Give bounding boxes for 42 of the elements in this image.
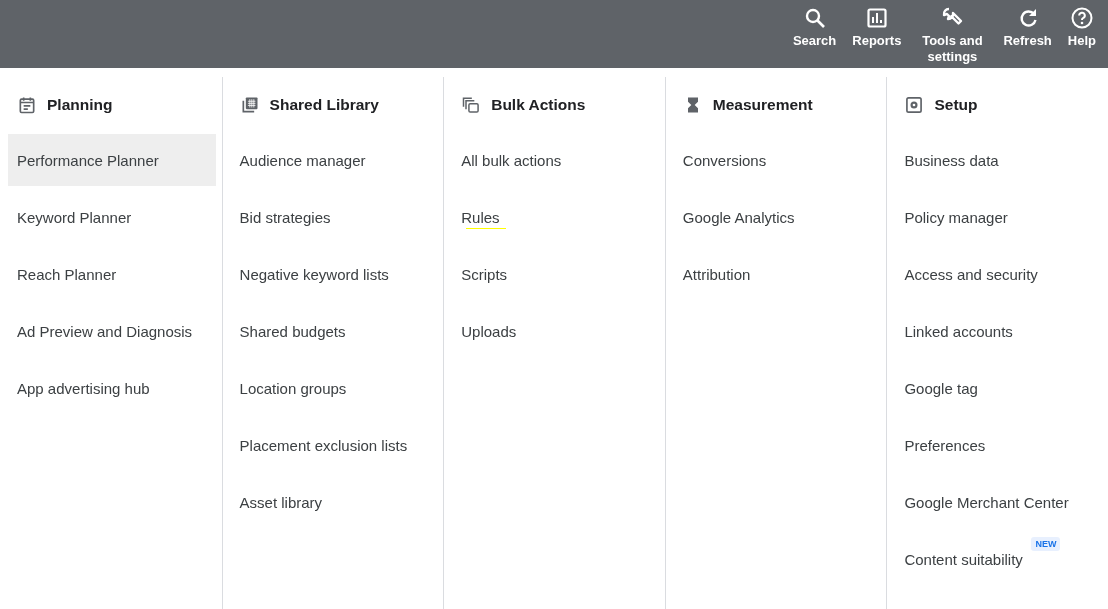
menu-item[interactable]: Placement exclusion lists [230,419,438,471]
menu-item[interactable]: Negative keyword lists [230,248,438,300]
menu-item[interactable]: Performance Planner [8,134,216,186]
toolbar-button[interactable]: Reports [844,0,910,49]
copy-stack-icon [461,95,482,115]
menu-item[interactable]: Rules [452,191,659,243]
menu-item[interactable]: Uploads [452,305,659,357]
section-title: Shared Library [269,96,379,114]
toolbar-button[interactable]: Search [784,0,845,49]
toolbar-button[interactable]: Tools and settings [909,0,996,65]
menu-item[interactable]: All bulk actions [452,134,659,186]
menu-item[interactable]: Shared budgets [230,305,438,357]
calendar-icon [17,95,37,115]
menu-item[interactable]: Ad Preview and Diagnosis [8,305,216,357]
menu-item[interactable]: Google tag [895,362,1103,414]
menu-item[interactable]: Access and security [895,248,1103,300]
menu-item[interactable]: Scripts [452,248,659,300]
menu-item[interactable]: Keyword Planner [8,191,216,243]
menu-item[interactable]: Google Analytics [673,191,881,243]
menu-item[interactable]: Business data [895,134,1103,186]
toolbar-button[interactable]: Refresh [995,0,1060,49]
menu-item[interactable]: Attribution [673,248,881,300]
bar-chart-icon [864,6,889,30]
section-title: Setup [934,96,978,114]
section-title: Planning [47,96,113,114]
menu-item[interactable]: Policy manager [895,191,1103,243]
toolbar-button[interactable]: Help [1059,0,1104,49]
menu-item[interactable]: Asset library [230,476,438,528]
new-badge: NEW [1031,537,1061,551]
menu-item[interactable]: Linked accounts [895,305,1103,357]
menu-item[interactable]: Audience manager [230,134,438,186]
menu-item[interactable]: Conversions [673,134,881,186]
section-title: Measurement [712,96,813,114]
help-icon [1069,6,1094,30]
menu-item[interactable]: Content suitability NEW [895,533,1103,585]
menu-item[interactable]: Bid strategies [230,191,438,243]
menu-item[interactable]: Location groups [230,362,438,414]
menu-item[interactable]: Preferences [895,419,1103,471]
menu-item[interactable]: Reach Planner [8,248,216,300]
section-title: Bulk Actions [491,96,586,114]
menu-item[interactable]: Google Merchant Center [895,476,1103,528]
menu-item[interactable]: App advertising hub [8,362,216,414]
